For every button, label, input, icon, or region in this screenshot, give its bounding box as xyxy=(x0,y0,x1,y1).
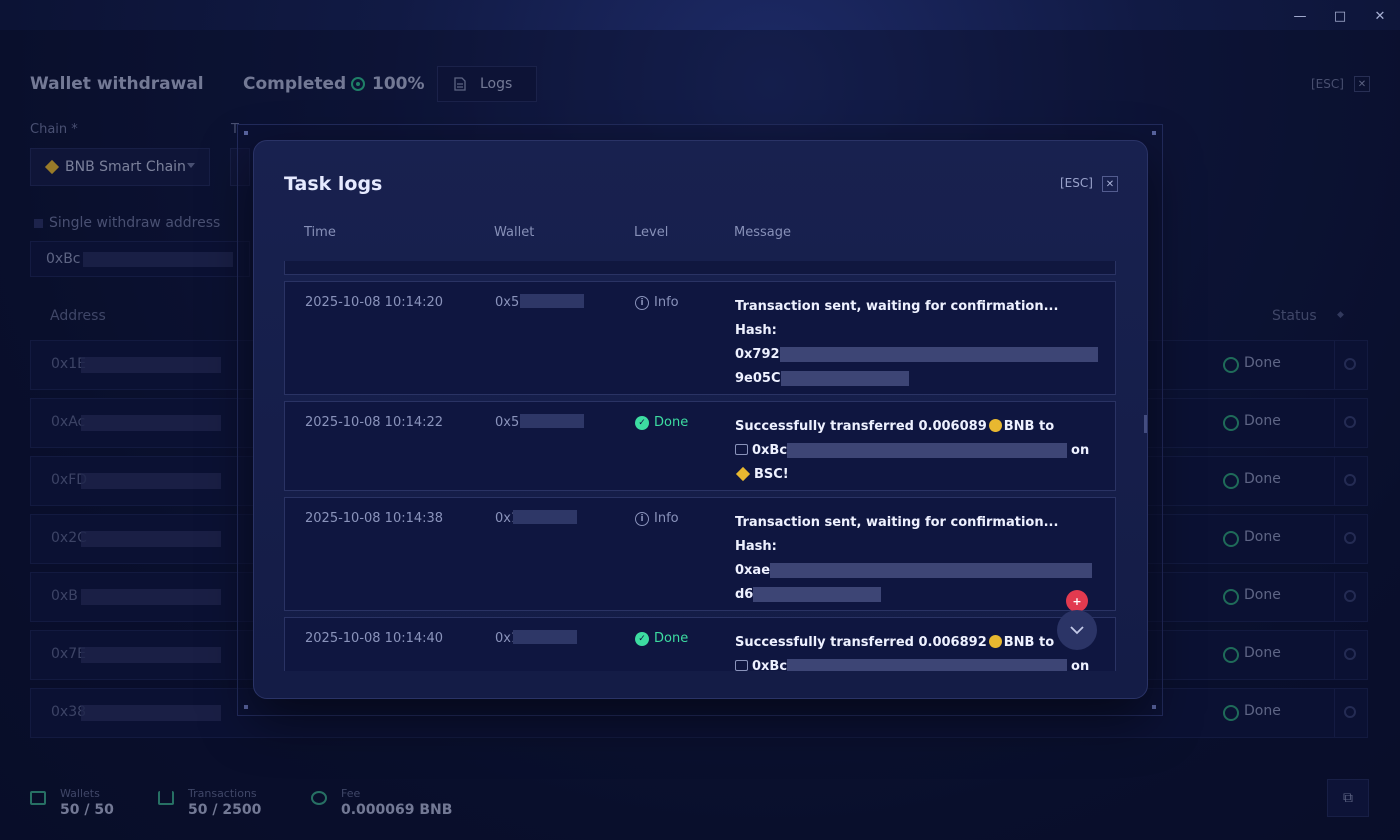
log-level: ✓ Done xyxy=(635,415,688,430)
log-time: 2025-10-08 10:14:40 xyxy=(305,631,444,646)
task-logs-modal: Task logs [ESC] ✕ Time Wallet Level Mess… xyxy=(253,140,1148,699)
hash-prefix: 9e05C xyxy=(735,371,781,386)
bnb-coin-icon xyxy=(988,635,1002,648)
message-line: Successfully transferred 0.006089 BNB to xyxy=(735,415,1105,439)
bnb-coin-icon xyxy=(988,419,1002,432)
new-logs-badge: + xyxy=(1066,590,1088,612)
info-icon: i xyxy=(635,295,649,310)
log-level-label: Done xyxy=(654,415,689,430)
app-window: — □ ✕ Wallet withdrawal Completed 100% L… xyxy=(0,0,1400,840)
message-text: Successfully transferred 0.006892 xyxy=(735,635,987,650)
log-level-label: Info xyxy=(654,511,679,526)
close-modal-button[interactable]: ✕ xyxy=(1102,176,1118,192)
close-window-button[interactable]: ✕ xyxy=(1370,6,1390,26)
wallet-column-header: Wallet xyxy=(494,225,535,240)
chevron-down-icon xyxy=(1070,625,1084,634)
message-line: 9e05C xyxy=(735,367,1105,391)
message-text: on xyxy=(1071,443,1090,458)
time-column-header: Time xyxy=(304,225,336,240)
address-prefix: 0xBc xyxy=(752,443,788,458)
log-entry-previous xyxy=(284,261,1116,275)
log-time: 2025-10-08 10:14:38 xyxy=(305,511,444,526)
redacted-block xyxy=(520,294,584,308)
redacted-block xyxy=(787,443,1068,458)
log-message: Successfully transferred 0.006089 BNB to … xyxy=(735,415,1105,487)
message-column-header: Message xyxy=(734,225,791,240)
message-line: d6 xyxy=(735,583,1105,607)
address-prefix: 0xBc xyxy=(752,659,788,671)
redacted-block xyxy=(780,371,909,386)
frame-corner xyxy=(244,705,248,709)
log-entry: 2025-10-08 10:14:38 0x1 i Info Transactio… xyxy=(284,497,1116,611)
log-level-label: Done xyxy=(654,631,689,646)
message-line: Transaction sent, waiting for confirmati… xyxy=(735,299,1059,314)
hash-prefix: 0xae xyxy=(735,563,771,578)
check-circle-icon: ✓ xyxy=(635,415,649,430)
redacted-block xyxy=(520,414,584,428)
log-time: 2025-10-08 10:14:22 xyxy=(305,415,444,430)
esc-hint: [ESC] xyxy=(1060,176,1093,190)
message-text: BNB to xyxy=(1003,635,1055,650)
maximize-button[interactable]: □ xyxy=(1330,6,1350,26)
title-bar: — □ ✕ xyxy=(0,0,1400,30)
log-message: Transaction sent, waiting for confirmati… xyxy=(735,295,1105,391)
redacted-block xyxy=(779,347,1098,362)
wallet-icon xyxy=(735,660,748,671)
scrollbar[interactable] xyxy=(1144,415,1147,433)
info-icon: i xyxy=(635,511,649,526)
log-level-label: Info xyxy=(654,295,679,310)
level-column-header: Level xyxy=(634,225,669,240)
message-line: 0xBc on xyxy=(735,439,1105,463)
log-message: Transaction sent, waiting for confirmati… xyxy=(735,511,1105,607)
message-line: Hash: xyxy=(735,323,777,338)
log-level: i Info xyxy=(635,511,679,526)
bnb-chain-icon xyxy=(735,466,751,481)
message-line: Transaction sent, waiting for confirmati… xyxy=(735,515,1059,530)
message-line: 0xBc on xyxy=(735,655,1105,671)
message-line: Successfully transferred 0.006892 BNB to xyxy=(735,631,1105,655)
scroll-to-bottom-button[interactable] xyxy=(1057,610,1097,650)
message-text: BNB to xyxy=(1003,419,1055,434)
message-line: Hash: xyxy=(735,539,777,554)
modal-title: Task logs xyxy=(284,173,383,195)
frame-corner xyxy=(1152,131,1156,135)
redacted-block xyxy=(513,630,577,644)
log-message: Successfully transferred 0.006892 BNB to … xyxy=(735,631,1105,671)
message-text: Successfully transferred 0.006089 xyxy=(735,419,987,434)
chain-name: BSC! xyxy=(754,467,789,482)
minimize-button[interactable]: — xyxy=(1290,6,1310,26)
wallet-icon xyxy=(735,444,748,455)
close-icon: ✕ xyxy=(1105,178,1115,190)
message-line: BSC! xyxy=(735,463,1105,487)
log-time: 2025-10-08 10:14:20 xyxy=(305,295,444,310)
log-list[interactable]: 2025-10-08 10:14:20 0x5C i Info Transacti… xyxy=(284,261,1116,671)
message-text: on xyxy=(1071,659,1090,671)
check-circle-icon: ✓ xyxy=(635,631,649,646)
minimize-icon: — xyxy=(1293,8,1307,24)
log-level: ✓ Done xyxy=(635,631,688,646)
redacted-block xyxy=(513,510,577,524)
hash-prefix: 0x792 xyxy=(735,347,780,362)
close-icon: ✕ xyxy=(1374,8,1386,24)
log-level: i Info xyxy=(635,295,679,310)
log-entry: 2025-10-08 10:14:22 0x5C ✓ Done Successfu… xyxy=(284,401,1116,491)
redacted-block xyxy=(787,659,1068,671)
frame-corner xyxy=(1152,705,1156,709)
log-entry: 2025-10-08 10:14:40 0x1 ✓ Done Successful… xyxy=(284,617,1116,671)
log-entry: 2025-10-08 10:14:20 0x5C i Info Transacti… xyxy=(284,281,1116,395)
message-line: 0xae xyxy=(735,559,1105,583)
redacted-block xyxy=(770,563,1093,578)
message-line: 0x792 xyxy=(735,343,1105,367)
redacted-block xyxy=(753,587,882,602)
frame-corner xyxy=(244,131,248,135)
hash-prefix: d6 xyxy=(735,587,754,602)
maximize-icon: □ xyxy=(1333,8,1347,24)
